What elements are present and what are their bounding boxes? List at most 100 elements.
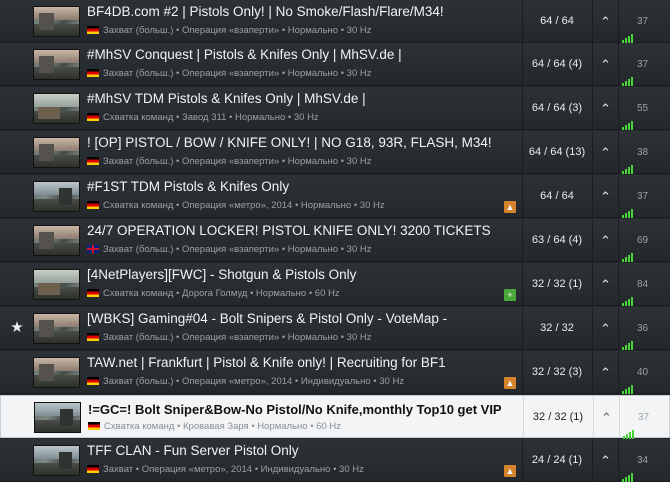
signal-bars-icon (622, 43, 634, 86)
server-meta: Захват (больш.) • Операция «взаперти» • … (87, 68, 372, 80)
player-count: 24 / 24 (1) (531, 454, 583, 466)
join-button[interactable]: ⌃ (593, 131, 618, 174)
fire-icon: ▲ (504, 465, 516, 477)
ping-value: 37 (637, 16, 649, 28)
join-button[interactable]: ⌃ (593, 263, 618, 306)
server-row[interactable]: 24/7 OPERATION LOCKER! PISTOL KNIFE ONLY… (0, 219, 670, 262)
ping-value: 37 (637, 191, 649, 203)
server-row[interactable]: #F1ST TDM Pistols & Knifes Only Схватка к… (0, 175, 670, 218)
player-count: 64 / 64 (4) (531, 58, 583, 70)
germany-flag-icon (87, 113, 99, 121)
player-count: 32 / 32 (1) (531, 278, 583, 290)
ping-value: 37 (637, 59, 649, 71)
germany-flag-icon (87, 289, 99, 297)
ping-value: 36 (637, 323, 649, 335)
join-button[interactable]: ⌃ (593, 175, 618, 218)
map-thumbnail (33, 137, 80, 168)
map-thumbnail (33, 93, 80, 124)
server-row[interactable]: ★ [WBKS] Gaming#04 - Bolt Snipers & Pisto… (0, 307, 670, 350)
server-details: Схватка команд • Операция «метро», 2014 … (103, 200, 385, 211)
signal-bars-icon (622, 439, 634, 482)
map-thumbnail (33, 6, 80, 37)
ping-value: 55 (637, 103, 649, 115)
server-name: ! [OP] PISTOL / BOW / KNIFE ONLY! | NO G… (87, 135, 492, 150)
server-row[interactable]: TAW.net | Frankfurt | Pistol & Knife onl… (0, 351, 670, 394)
server-details: Захват (больш.) • Операция «взаперти» • … (103, 244, 372, 255)
server-name: [4NetPlayers][FWC] - Shotgun & Pistols O… (87, 267, 357, 282)
server-name: TAW.net | Frankfurt | Pistol & Knife onl… (87, 355, 446, 370)
server-meta: Схватка команд • Операция «метро», 2014 … (87, 200, 385, 212)
player-count: 64 / 64 (3) (531, 102, 583, 114)
server-row[interactable]: ! [OP] PISTOL / BOW / KNIFE ONLY! | NO G… (0, 131, 670, 174)
chevron-up-icon: ⌃ (600, 277, 611, 292)
server-details: Захват (больш.) • Операция «взаперти» • … (103, 25, 372, 36)
ping-indicator: 55 (622, 87, 668, 130)
uk-flag-icon (87, 245, 99, 253)
server-meta: Захват • Операция «метро», 2014 • Индиви… (87, 464, 364, 476)
server-name: #F1ST TDM Pistols & Knifes Only (87, 179, 290, 194)
map-thumbnail (33, 445, 80, 476)
signal-bars-icon (622, 219, 634, 262)
germany-flag-icon (88, 422, 100, 430)
join-button[interactable]: ⌃ (593, 439, 618, 482)
server-details: Захват (больш.) • Операция «взаперти» • … (103, 332, 372, 343)
player-count: 32 / 32 (540, 322, 574, 334)
chevron-up-icon: ⌃ (600, 14, 611, 29)
join-button[interactable]: ⌃ (594, 396, 619, 439)
join-button[interactable]: ⌃ (593, 351, 618, 394)
fire-icon: ▲ (504, 201, 516, 213)
server-name: #MhSV Conquest | Pistols & Knifes Only |… (87, 47, 402, 62)
server-name: BF4DB.com #2 | Pistols Only! | No Smoke/… (87, 4, 444, 19)
germany-flag-icon (87, 26, 99, 34)
signal-bars-icon (622, 175, 634, 218)
chevron-up-icon: ⌃ (600, 57, 611, 72)
ping-indicator: 38 (622, 131, 668, 174)
server-row[interactable]: !=GC=! Bolt Sniper&Bow-No Pistol/No Knif… (0, 395, 670, 439)
server-meta: Захват (больш.) • Операция «взаперти» • … (87, 332, 372, 344)
server-details: Захват (больш.) • Операция «взаперти» • … (103, 68, 372, 79)
server-details: Захват (больш.) • Операция «метро», 2014… (103, 376, 405, 387)
player-count: 64 / 64 (13) (528, 146, 586, 158)
join-button[interactable]: ⌃ (593, 43, 618, 86)
favorite-star-icon[interactable]: ★ (8, 319, 26, 337)
germany-flag-icon (87, 201, 99, 209)
server-row[interactable]: #MhSV Conquest | Pistols & Knifes Only |… (0, 43, 670, 86)
server-name: 24/7 OPERATION LOCKER! PISTOL KNIFE ONLY… (87, 223, 491, 238)
server-details: Схватка команд • Завод 311 • Нормально •… (103, 112, 319, 123)
server-meta: Захват (больш.) • Операция «взаперти» • … (87, 25, 372, 37)
map-thumbnail (33, 49, 80, 80)
server-meta: Схватка команд • Завод 311 • Нормально •… (87, 112, 319, 124)
signal-bars-icon (622, 307, 634, 350)
map-thumbnail (33, 181, 80, 212)
server-row[interactable]: #MhSV TDM Pistols & Knifes Only | MhSV.d… (0, 87, 670, 130)
server-details: Схватка команд • Дорога Голмуд • Нормаль… (103, 288, 340, 299)
ping-indicator: 37 (622, 43, 668, 86)
server-name: [WBKS] Gaming#04 - Bolt Snipers & Pistol… (87, 311, 448, 326)
map-thumbnail (33, 269, 80, 300)
server-meta: Захват (больш.) • Операция «взаперти» • … (87, 244, 372, 256)
ping-value: 38 (637, 147, 649, 159)
join-button[interactable]: ⌃ (593, 0, 618, 43)
fire-icon: ▲ (504, 377, 516, 389)
germany-flag-icon (87, 157, 99, 165)
ping-value: 40 (637, 367, 649, 379)
join-button[interactable]: ⌃ (593, 87, 618, 130)
ping-indicator: 37 (623, 396, 669, 439)
signal-bars-icon (622, 0, 634, 43)
germany-flag-icon (87, 377, 99, 385)
chevron-up-icon: ⌃ (600, 453, 611, 468)
server-row[interactable]: [4NetPlayers][FWC] - Shotgun & Pistols O… (0, 263, 670, 306)
server-details: Схватка команд • Кровавая Заря • Нормаль… (104, 421, 341, 432)
chevron-up-icon: ⌃ (600, 189, 611, 204)
signal-bars-icon (622, 263, 634, 306)
join-button[interactable]: ⌃ (593, 307, 618, 350)
server-list: BF4DB.com #2 | Pistols Only! | No Smoke/… (0, 0, 670, 482)
server-row[interactable]: BF4DB.com #2 | Pistols Only! | No Smoke/… (0, 0, 670, 43)
ping-value: 37 (638, 412, 650, 424)
server-meta: Захват (больш.) • Операция «метро», 2014… (87, 376, 404, 388)
signal-bars-icon (622, 87, 634, 130)
server-meta: Схватка команд • Кровавая Заря • Нормаль… (88, 421, 341, 433)
join-button[interactable]: ⌃ (593, 219, 618, 262)
server-row[interactable]: TFF CLAN - Fun Server Pistol Only Захват … (0, 439, 670, 482)
signal-bars-icon (622, 131, 634, 174)
